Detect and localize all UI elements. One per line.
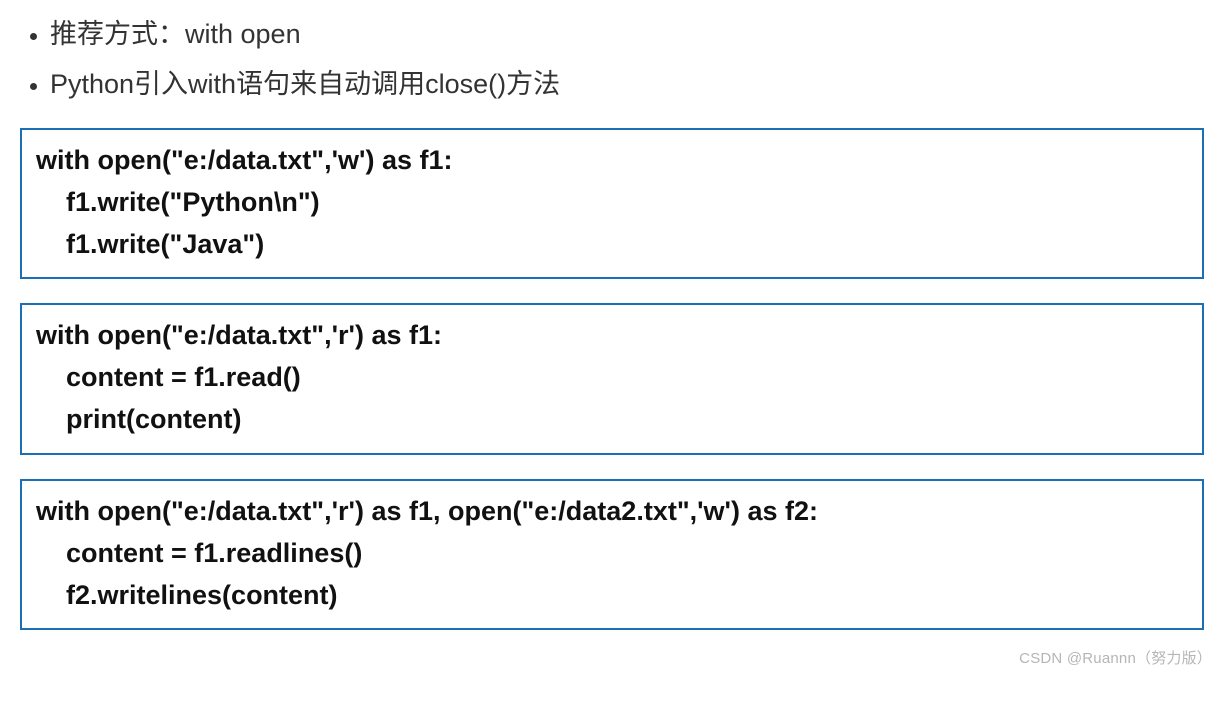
bullet-item: 推荐方式：with open [50,10,1204,60]
watermark-text: CSDN @Ruannn（努力版） [1019,647,1212,668]
bullet-list: 推荐方式：with open Python引入with语句来自动调用close(… [20,10,1204,110]
bullet-item: Python引入with语句来自动调用close()方法 [50,60,1204,110]
code-block-1: with open("e:/data.txt",'w') as f1: f1.w… [20,128,1204,280]
code-block-2: with open("e:/data.txt",'r') as f1: cont… [20,303,1204,455]
code-block-3: with open("e:/data.txt",'r') as f1, open… [20,479,1204,631]
